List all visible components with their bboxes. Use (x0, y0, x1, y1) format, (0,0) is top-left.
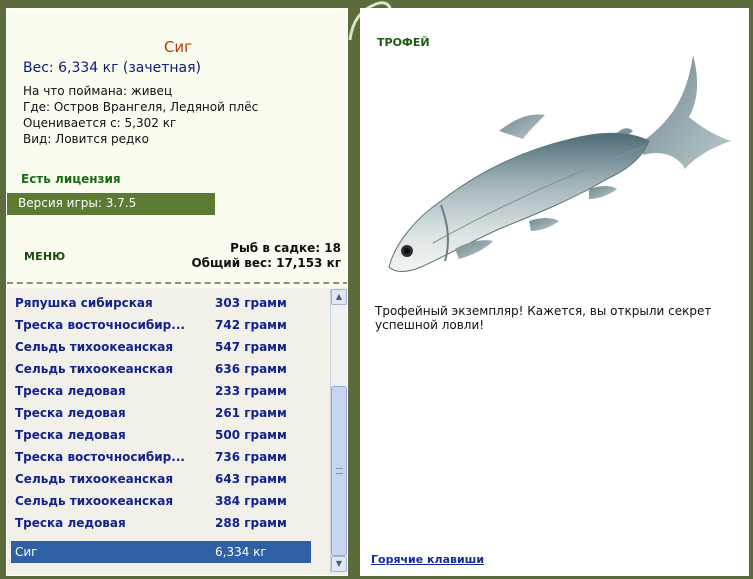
list-item[interactable]: Треска восточносибир... 736 грамм (11, 446, 311, 468)
fish-info-panel: Сиг Вес: 6,334 кг (зачетная) На что пойм… (6, 8, 348, 576)
list-item[interactable]: Треска ледовая 261 грамм (11, 402, 311, 424)
fish-kind: Вид: Ловится редко (23, 132, 149, 146)
list-item-name: Треска ледовая (15, 406, 126, 420)
list-item-weight: 643 грамм (215, 472, 287, 486)
trophy-message: Трофейный экземпляр! Кажется, вы открыли… (375, 304, 712, 332)
fish-location: Где: Остров Врангеля, Ледяной плёс (23, 100, 259, 114)
menu-button[interactable]: МЕНЮ (24, 250, 65, 263)
catch-list: Ряпушка сибирская 303 грамм Треска восто… (7, 288, 347, 575)
list-item-weight: 742 грамм (215, 318, 287, 332)
cage-total-weight: Общий вес: 17,153 кг (191, 256, 341, 270)
list-item[interactable]: Ряпушка сибирская 303 грамм (11, 292, 311, 314)
list-item-name: Сельдь тихоокеанская (15, 494, 174, 508)
list-item-name: Треска ледовая (15, 384, 126, 398)
list-item-weight: 233 грамм (215, 384, 287, 398)
list-item-weight: 636 грамм (215, 362, 287, 376)
list-item-weight: 736 грамм (215, 450, 287, 464)
list-item-selected[interactable]: Сиг 6,334 кг (11, 541, 311, 563)
list-item-weight: 6,334 кг (215, 545, 267, 559)
list-item-weight: 303 грамм (215, 296, 287, 310)
list-item-weight: 288 грамм (215, 516, 287, 530)
list-item-name: Треска ледовая (15, 428, 126, 442)
list-item[interactable]: Треска ледовая 500 грамм (11, 424, 311, 446)
list-item-name: Треска ледовая (15, 516, 126, 530)
list-item[interactable]: Сельдь тихоокеанская 384 грамм (11, 490, 311, 512)
list-item-weight: 384 грамм (215, 494, 287, 508)
fish-bait: На что поймана: живец (23, 84, 173, 98)
scroll-down-icon[interactable]: ▼ (331, 556, 347, 572)
scroll-thumb[interactable] (331, 386, 347, 556)
cage-summary: Рыб в садке: 18 Общий вес: 17,153 кг (191, 241, 341, 271)
list-item-name: Сиг (15, 545, 38, 559)
list-item[interactable]: Сельдь тихоокеанская 643 грамм (11, 468, 311, 490)
version-bar: Версия игры: 3.7.5 (7, 193, 215, 215)
list-item-weight: 261 грамм (215, 406, 287, 420)
scroll-up-icon[interactable]: ▲ (331, 289, 347, 305)
list-item[interactable]: Треска ледовая 288 грамм (11, 512, 311, 534)
list-item-name: Сельдь тихоокеанская (15, 472, 174, 486)
list-item-name: Сельдь тихоокеанская (15, 362, 174, 376)
divider (7, 282, 347, 284)
list-item-name: Треска восточносибир... (15, 450, 185, 464)
list-item[interactable]: Треска восточносибир... 742 грамм (11, 314, 311, 336)
fish-name: Сиг (163, 38, 193, 56)
list-item[interactable]: Сельдь тихоокеанская 636 грамм (11, 358, 311, 380)
fish-weight: Вес: 6,334 кг (зачетная) (23, 60, 202, 76)
list-item[interactable]: Треска ледовая 233 грамм (11, 380, 311, 402)
list-item-name: Сельдь тихоокеанская (15, 340, 174, 354)
list-item-weight: 500 грамм (215, 428, 287, 442)
fish-valued: Оценивается с: 5,302 кг (23, 116, 177, 130)
fish-image (388, 55, 731, 272)
list-item[interactable]: Сельдь тихоокеанская 547 грамм (11, 336, 311, 358)
cage-count: Рыб в садке: 18 (230, 241, 341, 255)
trophy-panel: ТРОФЕЙ Трофейный экземпляр! Кажется, вы … (360, 8, 749, 576)
list-item-weight: 547 грамм (215, 340, 287, 354)
hotkeys-link[interactable]: Горячие клавиши (371, 553, 484, 566)
license-status: Есть лицензия (21, 172, 121, 186)
list-item-name: Ряпушка сибирская (15, 296, 153, 310)
list-item-name: Треска восточносибир... (15, 318, 185, 332)
scroll-grip (336, 468, 343, 474)
list-scrollbar[interactable]: ▲ ▼ (330, 289, 347, 573)
